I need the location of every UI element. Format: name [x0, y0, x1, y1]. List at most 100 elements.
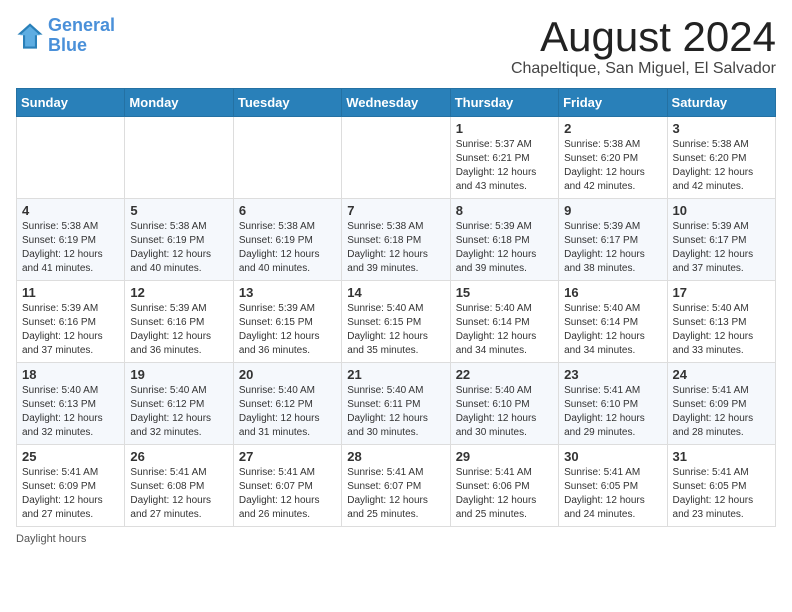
day-cell: 8 Sunrise: 5:39 AMSunset: 6:18 PMDaylight… [450, 199, 558, 281]
footer-note: Daylight hours [16, 533, 776, 545]
day-info: Sunrise: 5:41 AMSunset: 6:08 PMDaylight:… [130, 466, 227, 522]
day-info: Sunrise: 5:40 AMSunset: 6:12 PMDaylight:… [239, 384, 336, 440]
day-number: 3 [673, 121, 770, 136]
day-info: Sunrise: 5:40 AMSunset: 6:14 PMDaylight:… [564, 302, 661, 358]
day-info: Sunrise: 5:39 AMSunset: 6:17 PMDaylight:… [673, 220, 770, 276]
day-number: 16 [564, 285, 661, 300]
day-number: 21 [347, 367, 444, 382]
day-number: 15 [456, 285, 553, 300]
day-number: 1 [456, 121, 553, 136]
day-info: Sunrise: 5:40 AMSunset: 6:13 PMDaylight:… [673, 302, 770, 358]
day-info: Sunrise: 5:40 AMSunset: 6:15 PMDaylight:… [347, 302, 444, 358]
day-cell: 31 Sunrise: 5:41 AMSunset: 6:05 PMDayligh… [667, 445, 775, 527]
day-cell: 2Sunrise: 5:38 AMSunset: 6:20 PMDaylight… [559, 117, 667, 199]
day-number: 13 [239, 285, 336, 300]
day-number: 5 [130, 203, 227, 218]
title-block: August 2024 Chapeltique, San Miguel, El … [511, 16, 776, 78]
day-cell: 12Sunrise: 5:39 AMSunset: 6:16 PMDayligh… [125, 281, 233, 363]
day-number: 27 [239, 449, 336, 464]
day-info: Sunrise: 5:40 AMSunset: 6:12 PMDaylight:… [130, 384, 227, 440]
day-info: Sunrise: 5:37 AMSunset: 6:21 PMDaylight:… [456, 138, 553, 194]
logo-line1: General [48, 15, 115, 35]
day-info: Sunrise: 5:41 AMSunset: 6:09 PMDaylight:… [22, 466, 119, 522]
day-info: Sunrise: 5:41 AMSunset: 6:06 PMDaylight:… [456, 466, 553, 522]
day-info: Sunrise: 5:38 AMSunset: 6:19 PMDaylight:… [239, 220, 336, 276]
header: General Blue August 2024 Chapeltique, Sa… [16, 16, 776, 78]
day-number: 28 [347, 449, 444, 464]
logo: General Blue [16, 16, 115, 56]
day-cell: 15Sunrise: 5:40 AMSunset: 6:14 PMDayligh… [450, 281, 558, 363]
header-day-wednesday: Wednesday [342, 89, 450, 117]
day-cell: 13 Sunrise: 5:39 AMSunset: 6:15 PMDayligh… [233, 281, 341, 363]
day-info: Sunrise: 5:41 AMSunset: 6:05 PMDaylight:… [564, 466, 661, 522]
day-number: 19 [130, 367, 227, 382]
day-number: 14 [347, 285, 444, 300]
day-number: 31 [673, 449, 770, 464]
header-day-monday: Monday [125, 89, 233, 117]
week-row-5: 25 Sunrise: 5:41 AMSunset: 6:09 PMDayligh… [17, 445, 776, 527]
day-info: Sunrise: 5:39 AMSunset: 6:17 PMDaylight:… [564, 220, 661, 276]
day-info: Sunrise: 5:39 AMSunset: 6:18 PMDaylight:… [456, 220, 553, 276]
day-info: Sunrise: 5:40 AMSunset: 6:11 PMDaylight:… [347, 384, 444, 440]
logo-line2: Blue [48, 35, 87, 55]
day-number: 8 [456, 203, 553, 218]
day-cell: 27 Sunrise: 5:41 AMSunset: 6:07 PMDayligh… [233, 445, 341, 527]
day-number: 6 [239, 203, 336, 218]
day-number: 18 [22, 367, 119, 382]
day-info: Sunrise: 5:38 AMSunset: 6:20 PMDaylight:… [564, 138, 661, 194]
day-cell: 20 Sunrise: 5:40 AMSunset: 6:12 PMDayligh… [233, 363, 341, 445]
day-cell: 18Sunrise: 5:40 AMSunset: 6:13 PMDayligh… [17, 363, 125, 445]
calendar-table: SundayMondayTuesdayWednesdayThursdayFrid… [16, 88, 776, 527]
day-number: 17 [673, 285, 770, 300]
header-day-friday: Friday [559, 89, 667, 117]
location: Chapeltique, San Miguel, El Salvador [511, 60, 776, 78]
day-info: Sunrise: 5:38 AMSunset: 6:18 PMDaylight:… [347, 220, 444, 276]
day-info: Sunrise: 5:38 AMSunset: 6:19 PMDaylight:… [130, 220, 227, 276]
day-cell: 22 Sunrise: 5:40 AMSunset: 6:10 PMDayligh… [450, 363, 558, 445]
day-cell: 17 Sunrise: 5:40 AMSunset: 6:13 PMDayligh… [667, 281, 775, 363]
day-cell: 30 Sunrise: 5:41 AMSunset: 6:05 PMDayligh… [559, 445, 667, 527]
day-info: Sunrise: 5:39 AMSunset: 6:15 PMDaylight:… [239, 302, 336, 358]
day-info: Sunrise: 5:38 AMSunset: 6:19 PMDaylight:… [22, 220, 119, 276]
day-info: Sunrise: 5:41 AMSunset: 6:07 PMDaylight:… [347, 466, 444, 522]
day-number: 30 [564, 449, 661, 464]
day-cell: 11Sunrise: 5:39 AMSunset: 6:16 PMDayligh… [17, 281, 125, 363]
day-cell: 6 Sunrise: 5:38 AMSunset: 6:19 PMDaylight… [233, 199, 341, 281]
week-row-4: 18Sunrise: 5:40 AMSunset: 6:13 PMDayligh… [17, 363, 776, 445]
day-number: 23 [564, 367, 661, 382]
week-row-3: 11Sunrise: 5:39 AMSunset: 6:16 PMDayligh… [17, 281, 776, 363]
day-number: 29 [456, 449, 553, 464]
day-number: 25 [22, 449, 119, 464]
day-number: 9 [564, 203, 661, 218]
day-cell: 24Sunrise: 5:41 AMSunset: 6:09 PMDayligh… [667, 363, 775, 445]
day-number: 24 [673, 367, 770, 382]
page-wrapper: General Blue August 2024 Chapeltique, Sa… [16, 16, 776, 545]
day-info: Sunrise: 5:41 AMSunset: 6:07 PMDaylight:… [239, 466, 336, 522]
day-cell [233, 117, 341, 199]
logo-icon [16, 22, 44, 50]
day-info: Sunrise: 5:41 AMSunset: 6:05 PMDaylight:… [673, 466, 770, 522]
day-number: 12 [130, 285, 227, 300]
day-cell: 19 Sunrise: 5:40 AMSunset: 6:12 PMDayligh… [125, 363, 233, 445]
day-cell: 21 Sunrise: 5:40 AMSunset: 6:11 PMDayligh… [342, 363, 450, 445]
day-cell [342, 117, 450, 199]
day-cell: 14 Sunrise: 5:40 AMSunset: 6:15 PMDayligh… [342, 281, 450, 363]
header-day-saturday: Saturday [667, 89, 775, 117]
day-cell: 3Sunrise: 5:38 AMSunset: 6:20 PMDaylight… [667, 117, 775, 199]
day-number: 26 [130, 449, 227, 464]
day-number: 10 [673, 203, 770, 218]
day-number: 4 [22, 203, 119, 218]
day-info: Sunrise: 5:40 AMSunset: 6:10 PMDaylight:… [456, 384, 553, 440]
day-number: 22 [456, 367, 553, 382]
day-cell: 28 Sunrise: 5:41 AMSunset: 6:07 PMDayligh… [342, 445, 450, 527]
daylight-label: Daylight hours [16, 533, 86, 545]
day-cell: 1 Sunrise: 5:37 AMSunset: 6:21 PMDaylight… [450, 117, 558, 199]
day-cell [17, 117, 125, 199]
day-cell: 10 Sunrise: 5:39 AMSunset: 6:17 PMDayligh… [667, 199, 775, 281]
day-number: 20 [239, 367, 336, 382]
day-cell: 9 Sunrise: 5:39 AMSunset: 6:17 PMDaylight… [559, 199, 667, 281]
header-day-tuesday: Tuesday [233, 89, 341, 117]
day-cell: 7Sunrise: 5:38 AMSunset: 6:18 PMDaylight… [342, 199, 450, 281]
month-year: August 2024 [511, 16, 776, 58]
day-header-row: SundayMondayTuesdayWednesdayThursdayFrid… [17, 89, 776, 117]
